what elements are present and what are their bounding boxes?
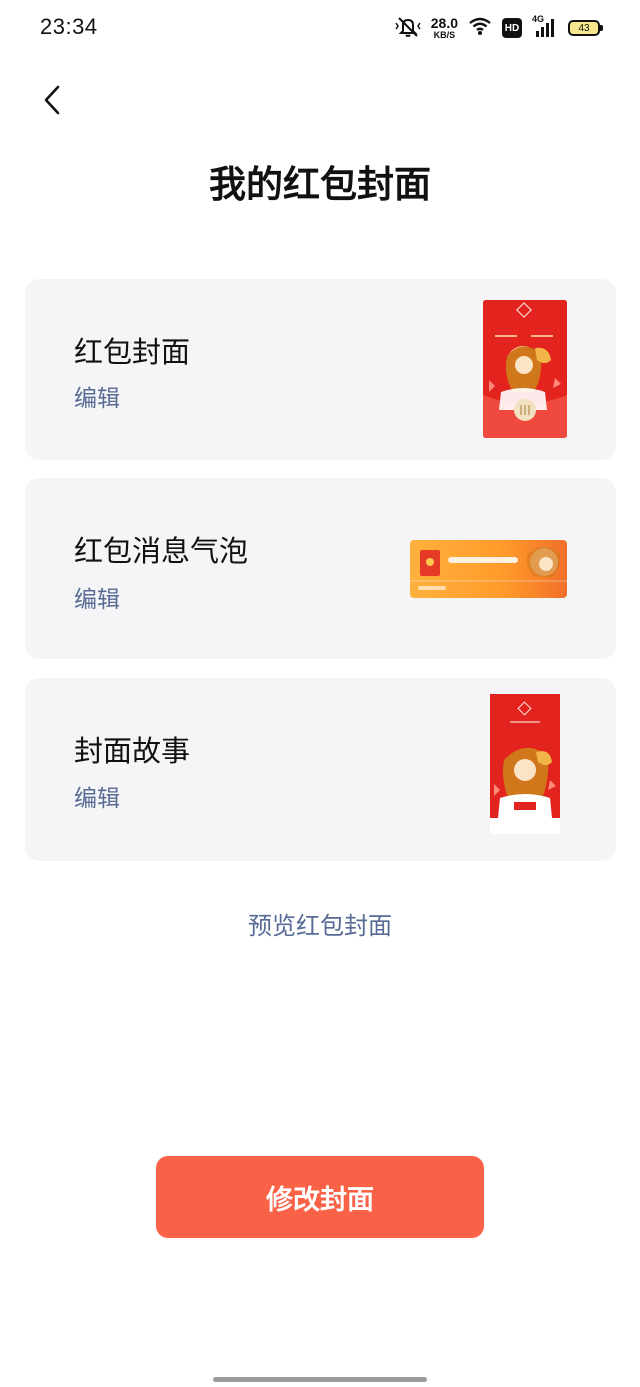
hd-icon: HD [502, 18, 522, 38]
modify-cover-button[interactable]: 修改封面 [156, 1156, 484, 1238]
preview-cover-link[interactable]: 预览红包封面 [0, 906, 640, 941]
story-edit-link[interactable]: 编辑 [74, 779, 120, 813]
story-card-title: 封面故事 [74, 734, 191, 768]
red-packet-cover-image [483, 300, 567, 438]
cover-card-title: 红包封面 [74, 335, 191, 369]
signal-icon: 4G [532, 14, 558, 39]
battery-icon: 43 [568, 20, 603, 36]
home-indicator[interactable] [213, 1377, 427, 1382]
status-bar: 23:34 28.0 KB/S HD 4G 43 [0, 0, 640, 56]
message-bubble-image [410, 540, 567, 598]
story-card[interactable]: 封面故事 编辑 [25, 678, 616, 861]
battery-level: 43 [578, 22, 590, 34]
bubble-card[interactable]: 红包消息气泡 编辑 [25, 478, 616, 659]
chevron-left-icon [44, 85, 60, 115]
network-speed-unit: KB/S [433, 30, 456, 40]
back-button[interactable] [34, 80, 70, 120]
page-title: 我的红包封面 [209, 163, 431, 206]
bubble-card-title: 红包消息气泡 [74, 534, 249, 568]
network-speed: 28.0 KB/S [431, 16, 458, 40]
cover-story-image [490, 694, 560, 834]
cover-card[interactable]: 红包封面 编辑 [25, 279, 616, 460]
network-speed-value: 28.0 [430, 15, 458, 31]
mute-bell-icon [395, 15, 421, 41]
bubble-edit-link[interactable]: 编辑 [74, 580, 120, 614]
wifi-icon [468, 16, 492, 40]
status-time: 23:34 [40, 14, 98, 39]
cover-edit-link[interactable]: 编辑 [74, 379, 120, 413]
status-icons: 28.0 KB/S HD 4G 43 [395, 14, 603, 42]
